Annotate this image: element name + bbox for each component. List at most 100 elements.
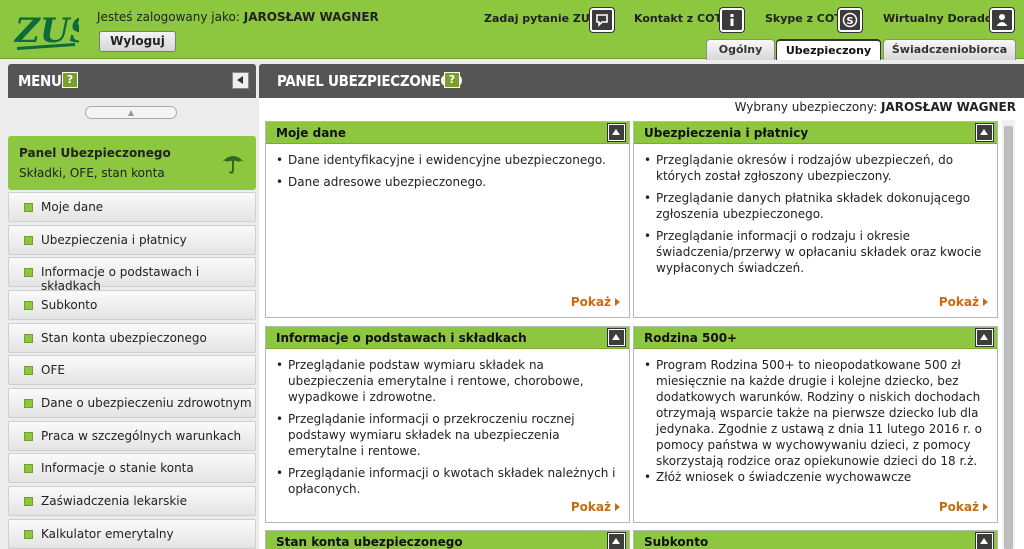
bullet-icon bbox=[24, 334, 33, 343]
tab-beneficiary[interactable]: Świadczeniobiorca bbox=[883, 39, 1016, 60]
collapse-card-icon[interactable] bbox=[608, 329, 625, 346]
content-scrollbar[interactable] bbox=[1002, 120, 1015, 549]
sidebar-item-ofe[interactable]: OFE bbox=[8, 355, 256, 385]
card-header: Ubezpieczenia i płatnicy bbox=[634, 122, 997, 144]
top-header: ZUS Jesteś zalogowany jako: JAROSŁAW WAG… bbox=[0, 0, 1024, 60]
sidebar-item-label: Ubezpieczenia i płatnicy bbox=[41, 233, 187, 247]
zus-logo[interactable]: ZUS bbox=[13, 9, 79, 51]
selected-insured-prefix: Wybrany ubezpieczony: bbox=[734, 100, 878, 114]
skype-icon[interactable]: S bbox=[838, 8, 862, 32]
sidebar-menu: MENU ? ▲ Panel Ubezpieczonego Składki, O… bbox=[8, 64, 256, 549]
card-header: Subkonto bbox=[634, 531, 997, 549]
card-list: Przeglądanie okresów i rodzajów ubezpiec… bbox=[642, 152, 989, 282]
bullet-icon bbox=[24, 301, 33, 310]
menu-help-icon[interactable]: ? bbox=[62, 72, 78, 88]
sidebar-item-label: Stan konta ubezpieczonego bbox=[41, 331, 207, 345]
collapse-menu-icon[interactable] bbox=[232, 72, 249, 89]
scrollbar-thumb[interactable] bbox=[1004, 126, 1013, 549]
collapse-card-icon[interactable] bbox=[608, 533, 625, 549]
sidebar-item-label: Praca w szczególnych warunkach bbox=[41, 429, 242, 443]
sidebar-item-subkonto[interactable]: Subkonto bbox=[8, 290, 256, 320]
sidebar-item-label: OFE bbox=[41, 363, 65, 377]
show-link[interactable]: Pokaż bbox=[571, 500, 620, 514]
menu-scroll-up-button[interactable]: ▲ bbox=[85, 106, 177, 119]
sidebar-item-ubezpieczenie-zdrowotne[interactable]: Dane o ubezpieczeniu zdrowotnym bbox=[8, 388, 256, 418]
chat-icon[interactable] bbox=[590, 8, 614, 32]
svg-text:S: S bbox=[846, 16, 853, 27]
menu-header: MENU ? bbox=[8, 64, 256, 98]
list-item: Przeglądanie podstaw wymiaru składek na … bbox=[274, 357, 621, 405]
list-item: Przeglądanie danych płatnika składek dok… bbox=[642, 190, 989, 222]
show-link[interactable]: Pokaż bbox=[939, 295, 988, 309]
contact-cot-link[interactable]: Kontakt z COT bbox=[634, 12, 722, 26]
card-subkonto: Subkonto bbox=[633, 530, 998, 549]
sidebar-item-ubezpieczenia[interactable]: Ubezpieczenia i płatnicy bbox=[8, 225, 256, 255]
sidebar-item-moje-dane[interactable]: Moje dane bbox=[8, 192, 256, 222]
card-header: Informacje o podstawach i składkach bbox=[266, 327, 629, 349]
list-item: Przeglądanie okresów i rodzajów ubezpiec… bbox=[642, 152, 989, 184]
list-item: Dane adresowe ubezpieczonego. bbox=[274, 174, 621, 190]
card-podstawy-skladki: Informacje o podstawach i składkach Prze… bbox=[265, 326, 630, 523]
sidebar-item-kalkulator-emerytalny[interactable]: Kalkulator emerytalny bbox=[8, 519, 256, 549]
sidebar-item-label: Informacje o stanie konta bbox=[41, 461, 194, 475]
tab-general[interactable]: Ogólny bbox=[706, 39, 775, 60]
list-item: Przeglądanie informacji o kwotach składe… bbox=[274, 465, 621, 497]
card-title: Moje dane bbox=[276, 126, 346, 140]
virtual-advisor-link[interactable]: Wirtualny Doradca bbox=[883, 12, 999, 26]
panel-ubezpieczonego-box[interactable]: Panel Ubezpieczonego Składki, OFE, stan … bbox=[8, 136, 256, 190]
selected-insured: Wybrany ubezpieczony: JAROSŁAW WAGNER bbox=[735, 100, 1016, 114]
card-title: Informacje o podstawach i składkach bbox=[276, 331, 527, 345]
card-stan-konta: Stan konta ubezpieczonego bbox=[265, 530, 630, 549]
collapse-card-icon[interactable] bbox=[976, 533, 993, 549]
bullet-icon bbox=[24, 497, 33, 506]
sidebar-item-informacje-stan-konta[interactable]: Informacje o stanie konta bbox=[8, 453, 256, 483]
sidebar-item-label: Moje dane bbox=[41, 200, 104, 214]
sidebar-item-praca-szczegolne-warunki[interactable]: Praca w szczególnych warunkach bbox=[8, 421, 256, 451]
list-item[interactable]: Złóż wniosek o świadczenie wychowawcze bbox=[642, 469, 989, 485]
card-rodzina-500: Rodzina 500+ Program Rodzina 500+ to nie… bbox=[633, 326, 998, 523]
card-title: Rodzina 500+ bbox=[644, 331, 738, 345]
menu-title: MENU bbox=[18, 72, 62, 90]
card-list: Dane identyfikacyjne i ewidencyjne ubezp… bbox=[274, 152, 621, 196]
sidebar-item-stan-konta-ubezpieczonego[interactable]: Stan konta ubezpieczonego bbox=[8, 323, 256, 353]
card-list: Przeglądanie podstaw wymiaru składek na … bbox=[274, 357, 621, 503]
collapse-card-icon[interactable] bbox=[976, 329, 993, 346]
user-icon[interactable] bbox=[990, 8, 1014, 32]
bullet-icon bbox=[24, 366, 33, 375]
tab-insured[interactable]: Ubezpieczony bbox=[776, 39, 881, 60]
show-link[interactable]: Pokaż bbox=[571, 295, 620, 309]
card-header: Rodzina 500+ bbox=[634, 327, 997, 349]
info-icon[interactable] bbox=[720, 8, 744, 32]
sidebar-item-zaswiadczenia-lekarskie[interactable]: Zaświadczenia lekarskie bbox=[8, 486, 256, 516]
umbrella-icon bbox=[222, 156, 244, 174]
bullet-icon bbox=[24, 530, 33, 539]
sidebar-item-label: Subkonto bbox=[41, 298, 98, 312]
panel-title: Panel Ubezpieczonego bbox=[19, 146, 171, 160]
selected-insured-name: JAROSŁAW WAGNER bbox=[880, 100, 1016, 114]
logged-in-user: JAROSŁAW WAGNER bbox=[243, 10, 379, 24]
panel-help-icon[interactable]: ? bbox=[444, 72, 460, 88]
sidebar-item-podstawy-skladki[interactable]: Informacje o podstawach i składkach bbox=[8, 257, 256, 293]
bullet-icon bbox=[24, 236, 33, 245]
sidebar-item-label: Kalkulator emerytalny bbox=[41, 527, 174, 541]
skype-cot-link[interactable]: Skype z COT bbox=[765, 12, 842, 26]
card-title: Stan konta ubezpieczonego bbox=[276, 535, 463, 549]
card-moje-dane: Moje dane Dane identyfikacyjne i ewidenc… bbox=[265, 121, 630, 318]
list-item: Program Rodzina 500+ to nieopodatkowane … bbox=[642, 357, 989, 469]
panel-subtitle: Składki, OFE, stan konta bbox=[19, 166, 165, 180]
sidebar-item-label: Informacje o podstawach i składkach bbox=[41, 265, 200, 293]
list-item: Dane identyfikacyjne i ewidencyjne ubezp… bbox=[274, 152, 621, 168]
card-title: Ubezpieczenia i płatnicy bbox=[644, 126, 809, 140]
list-item: Przeglądanie informacji o przekroczeniu … bbox=[274, 411, 621, 459]
logged-in-info: Jesteś zalogowany jako: JAROSŁAW WAGNER bbox=[97, 10, 379, 24]
collapse-card-icon[interactable] bbox=[608, 124, 625, 141]
main-header: PANEL UBEZPIECZONEGO ? bbox=[259, 64, 1024, 98]
logout-button[interactable]: Wyloguj bbox=[99, 31, 176, 52]
ask-zus-link[interactable]: Zadaj pytanie ZUS bbox=[484, 12, 598, 26]
sidebar-item-label: Dane o ubezpieczeniu zdrowotnym bbox=[41, 396, 252, 410]
show-link[interactable]: Pokaż bbox=[939, 500, 988, 514]
card-header: Moje dane bbox=[266, 122, 629, 144]
card-header: Stan konta ubezpieczonego bbox=[266, 531, 629, 549]
bullet-icon bbox=[24, 268, 33, 277]
collapse-card-icon[interactable] bbox=[976, 124, 993, 141]
